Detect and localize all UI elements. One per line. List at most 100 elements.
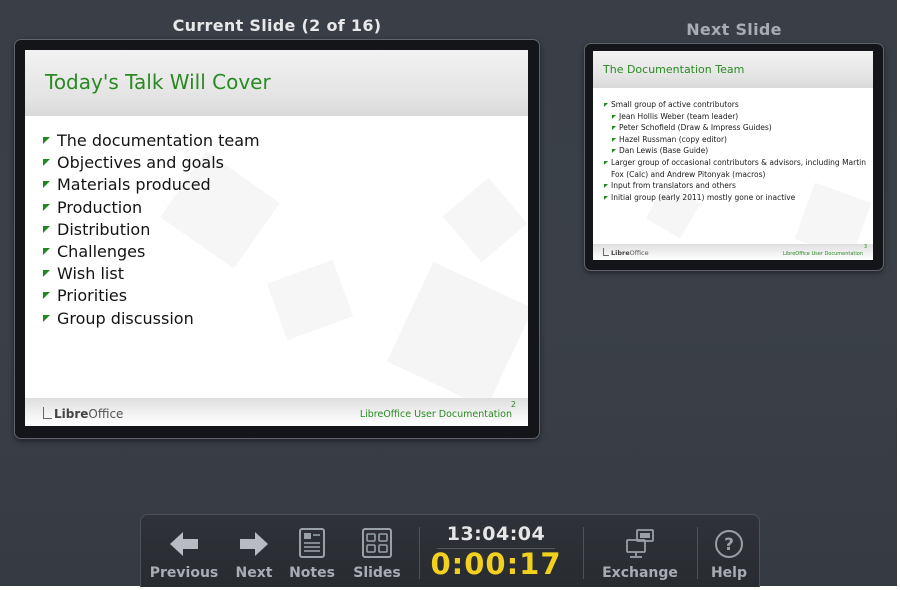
bullet-marker-icon	[43, 159, 50, 167]
bullet-marker-icon	[43, 314, 50, 322]
decor-shape	[442, 177, 528, 263]
current-slide-bullet: Materials produced	[43, 174, 260, 196]
next-slide-bullet: Jean Hollis Weber (team leader)	[603, 111, 869, 123]
bullet-marker-icon	[43, 225, 50, 233]
previous-button[interactable]: Previous	[147, 515, 221, 587]
help-button[interactable]: ? Help	[703, 515, 755, 587]
next-slide-bullet: Small group of active contributors	[603, 99, 869, 111]
slide-title-bar: The Documentation Team	[593, 51, 873, 88]
next-slide-bullet: Dan Lewis (Base Guide)	[603, 145, 869, 157]
bullet-text: Larger group of occasional contributors …	[611, 157, 867, 179]
decor-shape	[266, 259, 354, 341]
bullet-text: Production	[57, 197, 143, 217]
bullet-marker-icon	[43, 270, 50, 278]
bullet-marker-icon	[612, 137, 616, 142]
logo-icon	[603, 248, 609, 256]
next-label: Next	[235, 565, 273, 581]
exchange-label: Exchange	[602, 565, 678, 581]
bullet-marker-icon	[43, 292, 50, 300]
footer-doc-title: LibreOffice User Documentation	[782, 251, 863, 257]
next-slide-bullet: Hazel Russman (copy editor)	[603, 134, 869, 146]
current-slide-bullet: Distribution	[43, 219, 260, 241]
bullet-marker-icon	[604, 103, 608, 107]
next-slide-heading: Next Slide	[686, 20, 782, 39]
elapsed-timer[interactable]: 0:00:17	[423, 547, 569, 581]
presenter-console: Current Slide (2 of 16) Next Slide Today…	[0, 0, 897, 587]
decor-shape	[386, 261, 528, 409]
slide-footer: LibreOffice LibreOffice User Documentati…	[593, 244, 873, 260]
slides-button[interactable]: Slides	[347, 515, 407, 587]
current-slide-bullet: Objectives and goals	[43, 152, 260, 174]
slides-grid-icon	[362, 528, 392, 558]
bullet-text: Hazel Russman (copy editor)	[619, 134, 727, 144]
bullet-marker-icon	[43, 247, 50, 255]
bullet-marker-icon	[43, 181, 50, 189]
next-slide-bullet: Initial group (early 2011) mostly gone o…	[603, 192, 869, 204]
slide-number: 3	[863, 244, 867, 250]
presenter-toolbar: Previous Next Notes Slides 13:04:04 0:00…	[140, 514, 760, 587]
current-slide-bullets: The documentation team Objectives and goa…	[43, 130, 260, 330]
bullet-text: Priorities	[57, 286, 128, 306]
notes-button[interactable]: Notes	[283, 515, 341, 587]
current-slide-title: Today's Talk Will Cover	[45, 70, 271, 94]
notes-label: Notes	[289, 565, 335, 581]
current-slide-frame[interactable]: Today's Talk Will Cover The documentatio…	[14, 39, 540, 439]
current-slide-bullet: Challenges	[43, 241, 260, 263]
libreoffice-logo: LibreOffice	[43, 407, 123, 421]
help-label: Help	[710, 565, 748, 581]
next-slide-bullet: Input from translators and others	[603, 180, 869, 192]
next-slide-bullet: Peter Schofield (Draw & Impress Guides)	[603, 122, 869, 134]
footer-doc-title: LibreOffice User Documentation	[359, 409, 512, 420]
slides-label: Slides	[353, 565, 401, 581]
bullet-text: Wish list	[57, 264, 124, 284]
next-button[interactable]: Next	[225, 515, 283, 587]
monitor-exchange-icon	[626, 529, 654, 558]
bullet-text: Materials produced	[57, 175, 211, 195]
next-slide-title: The Documentation Team	[603, 63, 745, 76]
logo-icon	[43, 407, 52, 419]
bullet-text: Initial group (early 2011) mostly gone o…	[611, 192, 796, 202]
toolbar-separator	[419, 527, 420, 579]
current-slide-bullet: Production	[43, 197, 260, 219]
bullet-text: The documentation team	[57, 131, 260, 150]
bullet-marker-icon	[604, 160, 608, 165]
slide-footer: LibreOffice LibreOffice User Documentati…	[25, 398, 528, 426]
current-slide-bullet: Wish list	[43, 263, 260, 285]
current-slide-bullet: Group discussion	[43, 308, 260, 330]
arrow-right-icon	[240, 532, 268, 556]
svg-text:?: ?	[724, 535, 734, 555]
clock-display: 13:04:04	[446, 523, 546, 545]
bullet-marker-icon	[43, 203, 50, 211]
bullet-text: Group discussion	[57, 308, 194, 328]
question-circle-icon: ?	[715, 530, 743, 558]
bullet-marker-icon	[612, 149, 616, 154]
current-slide-preview[interactable]: Today's Talk Will Cover The documentatio…	[25, 50, 528, 426]
next-slide-preview[interactable]: The Documentation Team Small group of ac…	[593, 51, 873, 260]
slide-title-bar: Today's Talk Will Cover	[25, 50, 528, 116]
bullet-marker-icon	[604, 184, 608, 189]
bullet-marker-icon	[612, 126, 616, 131]
next-slide-bullets: Small group of active contributors Jean H…	[603, 99, 869, 203]
bullet-marker-icon	[604, 195, 608, 200]
notes-icon	[299, 528, 325, 558]
toolbar-separator	[697, 527, 698, 579]
bullet-text: Small group of active contributors	[611, 100, 739, 109]
current-slide-heading: Current Slide (2 of 16)	[172, 16, 382, 35]
bullet-text: Challenges	[57, 241, 146, 261]
bullet-text: Jean Hollis Weber (team leader)	[619, 111, 739, 121]
arrow-left-icon	[170, 532, 198, 556]
bullet-text: Peter Schofield (Draw & Impress Guides)	[619, 123, 772, 133]
next-slide-frame[interactable]: The Documentation Team Small group of ac…	[584, 43, 884, 271]
toolbar-separator	[583, 527, 584, 579]
bullet-text: Input from translators and others	[611, 181, 736, 191]
bullet-text: Objectives and goals	[57, 153, 225, 173]
next-slide-bullet: Larger group of occasional contributors …	[603, 157, 869, 180]
bullet-text: Distribution	[57, 219, 151, 239]
bullet-marker-icon	[43, 137, 50, 144]
current-slide-bullet: The documentation team	[43, 130, 260, 152]
exchange-button[interactable]: Exchange	[593, 515, 687, 587]
current-slide-bullet: Priorities	[43, 285, 260, 307]
libreoffice-logo: LibreOffice	[603, 248, 649, 257]
previous-label: Previous	[149, 565, 219, 581]
bullet-marker-icon	[612, 114, 616, 119]
